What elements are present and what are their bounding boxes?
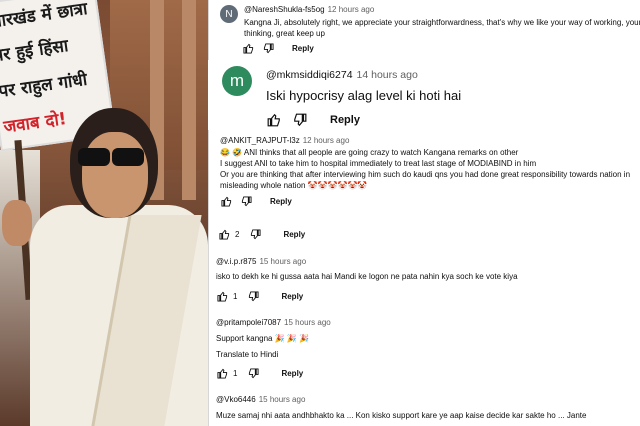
comment-handle[interactable]: @pritampolei7087 [216, 318, 281, 327]
comment-author[interactable]: @Vko6446 15 hours ago [216, 395, 305, 404]
comment-time: 15 hours ago [284, 318, 331, 327]
comment-text: Iski hypocrisy alag level ki hoti hai [266, 88, 462, 103]
placard-line: झारखंड में छात्रा [0, 0, 89, 33]
placard-line: पर राहुल गांधी [0, 69, 89, 102]
thumbs-down-icon[interactable] [247, 367, 259, 379]
comment-time: 15 hours ago [259, 257, 307, 266]
comment-time: 14 hours ago [356, 69, 418, 81]
reply-button[interactable]: Reply [281, 369, 303, 378]
comment-text: I suggest ANI to take him to hospital im… [220, 159, 537, 168]
reply-button[interactable]: Reply [292, 44, 314, 53]
reply-button[interactable]: Reply [270, 197, 292, 206]
thumbs-up-icon[interactable] [216, 290, 228, 302]
news-photo: झारखंड में छात्रा पर हुई हिंसा पर राहुल … [0, 0, 208, 426]
comment-author[interactable]: @v.i.p.r875 15 hours ago [216, 257, 306, 266]
comment-handle[interactable]: @ANKIT_RAJPUT-l3z [220, 136, 300, 145]
like-count: 1 [233, 368, 238, 378]
comment-time: 12 hours ago [327, 5, 375, 14]
thumbs-down-icon[interactable] [247, 290, 259, 302]
comment-handle[interactable]: @NareshShukla-fs5og [244, 5, 325, 14]
sunglasses [66, 148, 144, 168]
thumbs-up-icon[interactable] [220, 195, 232, 207]
comment-author[interactable]: @mkmsiddiqi6274 14 hours ago [266, 69, 418, 81]
comment-text: Muze samaj nhi aata andhbhakto ka ... Ko… [216, 411, 587, 420]
thumbs-down-icon[interactable] [262, 42, 274, 54]
comment-actions: 1 Reply [216, 290, 303, 302]
like-count: 2 [235, 229, 240, 239]
avatar[interactable]: m [222, 66, 252, 96]
reply-button[interactable]: Reply [281, 292, 303, 301]
placard-line: जवाब दो! [2, 109, 68, 138]
comment-text: misleading whole nation 🤡🤡🤡🤡🤡🤡 [220, 181, 368, 190]
comment-author[interactable]: @ANKIT_RAJPUT-l3z 12 hours ago [220, 136, 349, 145]
comment-actions: Reply [266, 112, 360, 128]
comment-text: isko to dekh ke hi gussa aata hai Mandi … [216, 272, 518, 281]
thumbs-up-icon[interactable] [218, 228, 230, 240]
comment-time: 12 hours ago [302, 136, 350, 145]
comment-text: 😂 🤣 ANI thinks that all people are going… [220, 148, 519, 157]
thumbs-up-icon[interactable] [242, 42, 254, 54]
person-face [82, 132, 148, 218]
comment-time: 15 hours ago [258, 395, 306, 404]
translate-link[interactable]: Translate to Hindi [216, 349, 278, 360]
comment-actions: Reply [242, 42, 314, 54]
reply-button[interactable]: Reply [283, 230, 305, 239]
thumbs-up-icon[interactable] [216, 367, 228, 379]
thumbs-down-icon[interactable] [249, 228, 261, 240]
comment-author[interactable]: @pritampolei7087 15 hours ago [216, 318, 331, 327]
comment-text: Support kangna 🎉 🎉 🎉 [216, 334, 310, 343]
comment-handle[interactable]: @Vko6446 [216, 395, 256, 404]
thumbs-down-icon[interactable] [240, 195, 252, 207]
comment-actions: 1 Reply [216, 367, 303, 379]
like-count: 1 [233, 291, 238, 301]
comment-author[interactable]: @NareshShukla-fs5og 12 hours ago [244, 5, 374, 14]
person-hand [2, 200, 32, 246]
thumbs-down-icon[interactable] [292, 112, 308, 128]
thumbs-up-icon[interactable] [266, 112, 282, 128]
comment-text: thinking, great keep up [244, 29, 325, 38]
comment-text: Or you are thinking that after interview… [220, 170, 631, 179]
pillar [182, 0, 196, 200]
comment-actions: 2 Reply [218, 228, 305, 240]
placard-line: पर हुई हिंसा [0, 36, 70, 67]
comments-section: N @NareshShukla-fs5og 12 hours ago Kangna… [208, 0, 640, 426]
reply-button[interactable]: Reply [330, 114, 360, 126]
comment-text: Kangna Ji, absolutely right, we apprecia… [244, 18, 640, 27]
comment-handle[interactable]: @mkmsiddiqi6274 [266, 69, 353, 81]
comment-handle[interactable]: @v.i.p.r875 [216, 257, 256, 266]
comment-actions: Reply [220, 195, 292, 207]
avatar[interactable]: N [220, 5, 238, 23]
highlighted-comment: m @mkmsiddiqi6274 14 hours ago Iski hypoc… [208, 60, 640, 130]
